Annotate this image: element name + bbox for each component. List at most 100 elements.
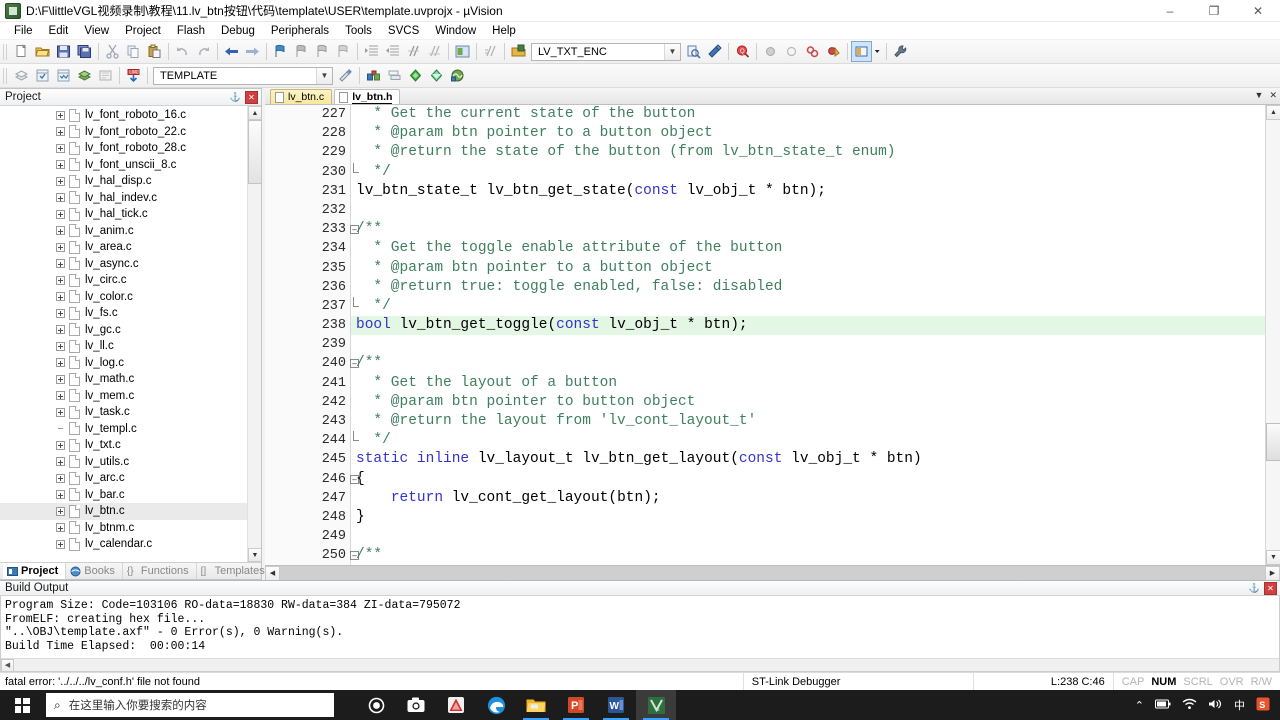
expand-icon[interactable] [56, 275, 65, 285]
sogou-input-icon[interactable]: S [1256, 697, 1270, 714]
tab-list-dropdown-icon[interactable]: ▼ [1255, 90, 1264, 101]
code-line[interactable] [351, 527, 1280, 546]
expand-icon[interactable] [56, 358, 65, 368]
uncomment-icon[interactable] [424, 41, 445, 62]
functions-window-icon[interactable] [405, 65, 426, 86]
scroll-up-button[interactable]: ▲ [248, 106, 261, 120]
expand-icon[interactable] [56, 308, 65, 318]
scroll-up-button[interactable]: ▲ [1266, 105, 1280, 120]
indent-icon[interactable] [361, 41, 382, 62]
close-button[interactable]: ✕ [1236, 0, 1280, 22]
tree-item-lv_btnm-c[interactable]: lv_btnm.c [0, 520, 261, 537]
menu-tools[interactable]: Tools [337, 23, 380, 39]
expand-icon[interactable] [56, 259, 65, 269]
project-window-icon[interactable] [363, 65, 384, 86]
tab-books[interactable]: Books [66, 563, 123, 579]
expand-icon[interactable] [56, 226, 65, 236]
code-line[interactable]: */ [351, 431, 1280, 450]
menu-project[interactable]: Project [117, 23, 169, 39]
expand-icon[interactable] [56, 374, 65, 384]
menu-debug[interactable]: Debug [213, 23, 263, 39]
expand-icon[interactable] [56, 143, 65, 153]
ime-chinese-icon[interactable]: 中 [1234, 697, 1245, 713]
battery-icon[interactable] [1155, 699, 1171, 712]
scroll-down-button[interactable]: ▼ [248, 548, 261, 562]
expand-icon[interactable] [56, 391, 65, 401]
close-icon[interactable]: ✕ [245, 90, 258, 104]
menu-file[interactable]: File [6, 23, 41, 39]
hscroll-track[interactable] [280, 565, 1265, 581]
kill-breakpoints-icon[interactable] [802, 41, 823, 62]
scrollbar-thumb[interactable] [248, 120, 261, 184]
menu-window[interactable]: Window [427, 23, 484, 39]
build-output-text[interactable]: Program Size: Code=103106 RO-data=18830 … [0, 596, 1280, 672]
code-line[interactable] [351, 201, 1280, 220]
tree-item-lv_gc-c[interactable]: lv_gc.c [0, 322, 261, 339]
disable-breakpoints-icon[interactable] [823, 41, 844, 62]
menu-help[interactable]: Help [484, 23, 524, 39]
copy-icon[interactable] [123, 41, 144, 62]
tree-item-lv_templ-c[interactable]: lv_templ.c [0, 421, 261, 438]
target-options-icon[interactable] [335, 65, 356, 86]
breakpoint-icon[interactable] [760, 41, 781, 62]
show-hidden-icons-icon[interactable]: ⌃ [1135, 699, 1144, 712]
templates-window-icon[interactable] [426, 65, 447, 86]
code-line[interactable]: { [351, 470, 1280, 489]
code-line[interactable]: * @param btn pointer to a button object [351, 124, 1280, 143]
tree-item-lv_arc-c[interactable]: lv_arc.c [0, 470, 261, 487]
expand-icon[interactable] [56, 341, 65, 351]
expand-icon[interactable] [56, 539, 65, 549]
expand-icon[interactable] [56, 457, 65, 467]
stop-build-icon[interactable] [95, 65, 116, 86]
layout-dropdown-arrow-icon[interactable] [872, 41, 883, 62]
code-line[interactable]: } [351, 508, 1280, 527]
books-window-icon[interactable] [384, 65, 405, 86]
expand-icon[interactable] [56, 440, 65, 450]
scroll-left-button[interactable]: ◀ [265, 565, 280, 581]
maximize-button[interactable]: ❐ [1192, 0, 1236, 22]
tree-item-lv_font_roboto_22-c[interactable]: lv_font_roboto_22.c [0, 124, 261, 141]
paste-icon[interactable] [144, 41, 165, 62]
expand-icon[interactable] [56, 193, 65, 203]
configure-icon[interactable] [508, 41, 529, 62]
code-line[interactable]: * Get the current state of the button [351, 105, 1280, 124]
expand-icon[interactable] [56, 110, 65, 120]
navigate-forward-icon[interactable] [242, 41, 263, 62]
find-in-files-icon[interactable] [683, 41, 704, 62]
code-line[interactable]: return lv_cont_get_layout(btn); [351, 489, 1280, 508]
chevron-down-icon[interactable]: ▼ [316, 67, 332, 84]
pin-icon[interactable]: ⚓ [229, 91, 242, 104]
tree-item-lv_math-c[interactable]: lv_math.c [0, 371, 261, 388]
menu-flash[interactable]: Flash [169, 23, 213, 39]
cortana-icon[interactable] [356, 690, 396, 720]
tree-item-lv_txt-c[interactable]: lv_txt.c [0, 437, 261, 454]
find-next-icon[interactable]: Q [732, 41, 753, 62]
code-line[interactable]: * @return the state of the button (from … [351, 143, 1280, 162]
scroll-right-button[interactable]: ▶ [1265, 565, 1280, 581]
minimize-button[interactable]: – [1148, 0, 1192, 22]
code-line[interactable]: * @return true: toggle enabled, false: d… [351, 278, 1280, 297]
download-icon[interactable]: LOAD [123, 65, 144, 86]
expand-icon[interactable] [56, 127, 65, 137]
editor-tab-lv-btn-c[interactable]: lv_btn.c [270, 89, 333, 104]
code-line[interactable]: * Get the toggle enable attribute of the… [351, 239, 1280, 258]
build-output-scrollbar[interactable]: ◀ [1, 658, 1279, 671]
breakpoint-disable-icon[interactable] [781, 41, 802, 62]
expand-icon[interactable] [56, 407, 65, 417]
code-line[interactable]: * @return the layout from 'lv_cont_layou… [351, 412, 1280, 431]
expand-icon[interactable] [56, 292, 65, 302]
expand-icon[interactable] [56, 490, 65, 500]
code-line[interactable]: /** [351, 546, 1280, 565]
expand-icon[interactable] [56, 473, 65, 483]
editor-tab-lv-btn-h[interactable]: lv_btn.h [334, 89, 401, 104]
code-area[interactable]: * Get the current state of the button * … [351, 105, 1280, 565]
tree-item-lv_utils-c[interactable]: lv_utils.c [0, 454, 261, 471]
expand-icon[interactable] [56, 160, 65, 170]
scroll-left-button[interactable]: ◀ [1, 658, 14, 671]
insert-include-icon[interactable] [480, 41, 501, 62]
tree-item-lv_async-c[interactable]: lv_async.c [0, 256, 261, 273]
tree-item-lv_font_roboto_28-c[interactable]: lv_font_roboto_28.c [0, 140, 261, 157]
editor-vertical-scrollbar[interactable]: ▲ ▼ [1265, 105, 1280, 565]
tree-item-lv_hal_disp-c[interactable]: lv_hal_disp.c [0, 173, 261, 190]
tab-functions[interactable]: {} Functions [123, 563, 197, 579]
